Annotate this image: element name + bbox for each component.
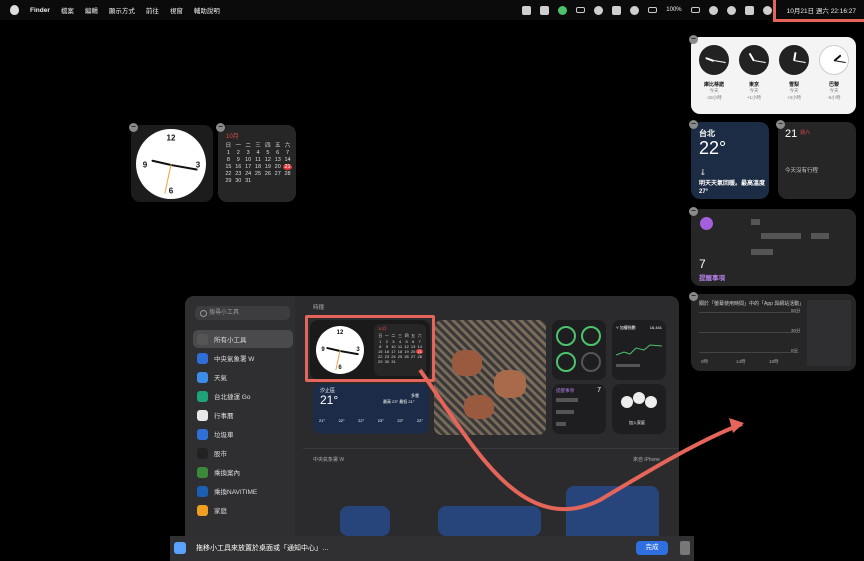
annotation-arrow [418,368,744,512]
trash-icon[interactable] [680,541,690,555]
desktop: Finder 檔案 編輯 顯示方式 前往 視窗 輔助說明 100% 10月21日… [0,0,864,561]
done-button[interactable]: 完成 [636,541,668,555]
finder-icon[interactable] [174,542,186,554]
drag-hint: 拖移小工具來放置於桌面或「通知中心」… [196,545,329,552]
gallery-bottom-bar: 拖移小工具來放置於桌面或「通知中心」… 完成 [170,536,694,561]
